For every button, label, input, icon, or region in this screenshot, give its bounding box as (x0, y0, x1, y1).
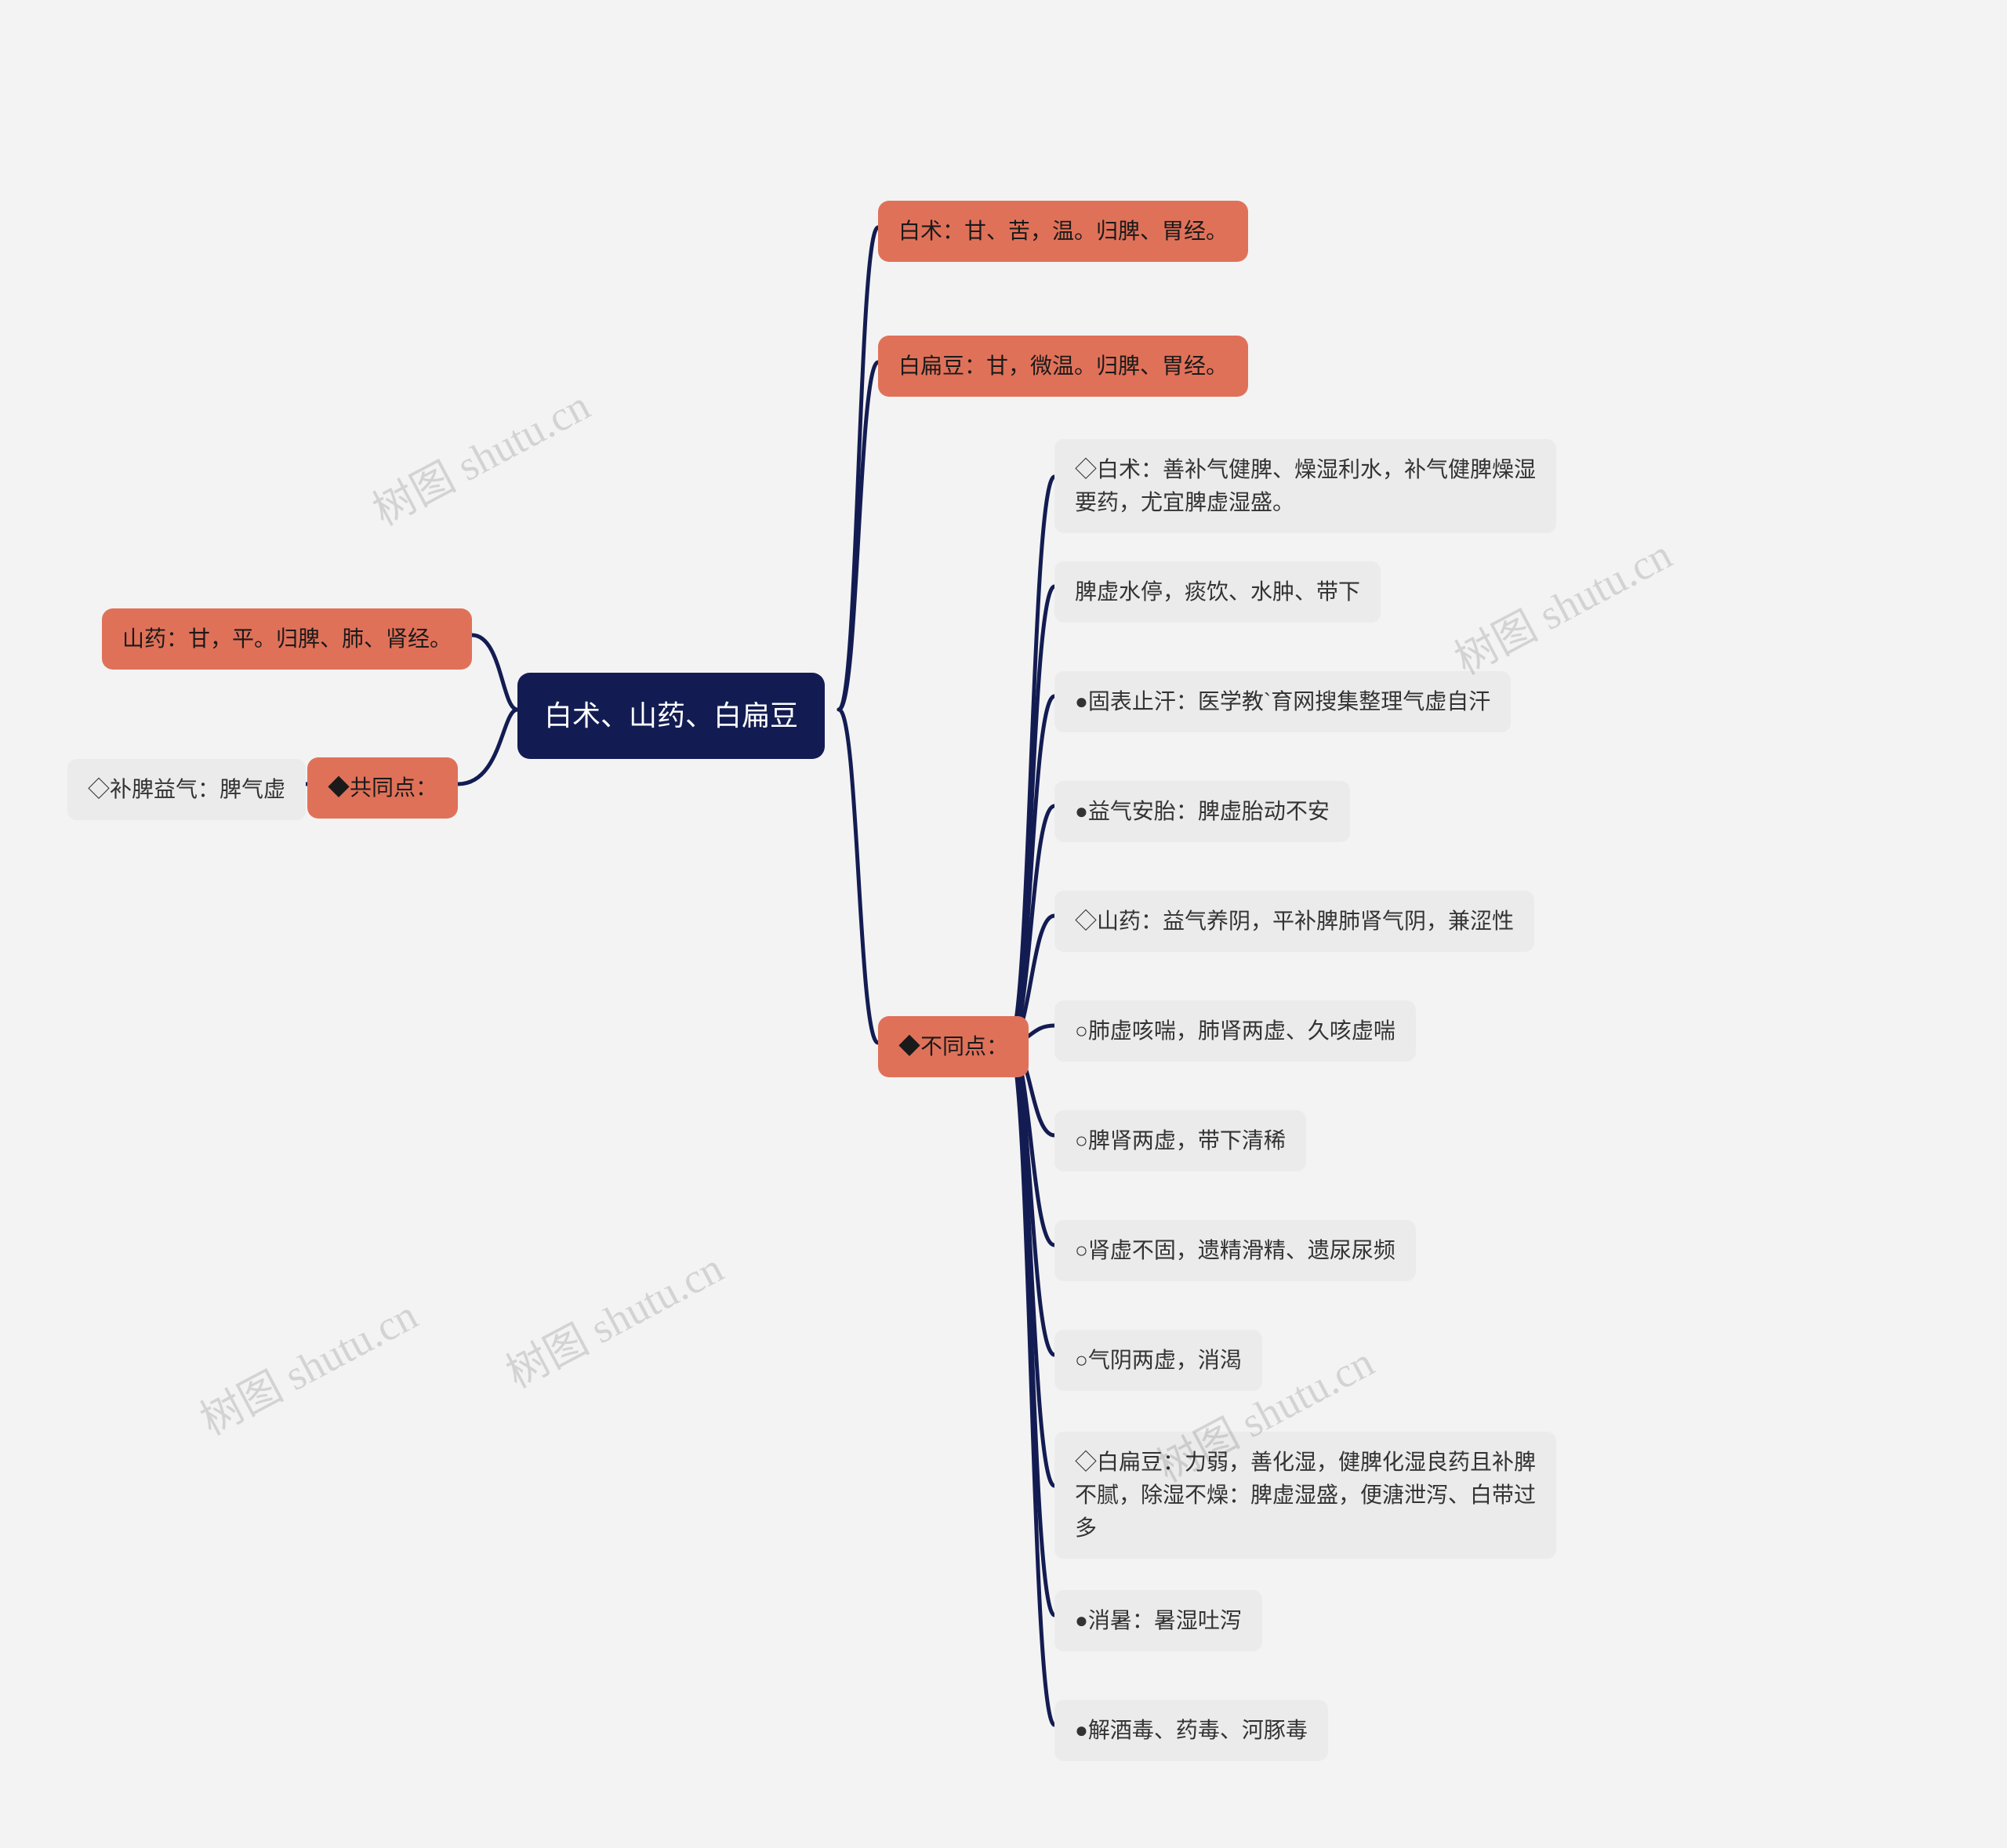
diff-item-3[interactable]: ●益气安胎：脾虚胎动不安 (1054, 781, 1350, 842)
node-baibiandou[interactable]: 白扁豆：甘，微温。归脾、胃经。 (878, 336, 1248, 397)
diff-item-1[interactable]: 脾虚水停，痰饮、水肿、带下 (1054, 561, 1381, 623)
diff-item-0[interactable]: ◇白术：善补气健脾、燥湿利水，补气健脾燥湿要药，尤宜脾虚湿盛。 (1054, 439, 1556, 533)
node-diff-label[interactable]: ◆不同点： (878, 1016, 1029, 1077)
diff-item-11[interactable]: ●解酒毒、药毒、河豚毒 (1054, 1700, 1328, 1761)
diff-item-9[interactable]: ◇白扁豆：力弱，善化湿，健脾化湿良药且补脾不腻，除湿不燥：脾虚湿盛，便溏泄泻、白… (1054, 1432, 1556, 1559)
node-common-label[interactable]: ◆共同点： (307, 757, 458, 819)
diff-item-5[interactable]: ○肺虚咳喘，肺肾两虚、久咳虚喘 (1054, 1000, 1416, 1062)
diff-item-4[interactable]: ◇山药：益气养阴，平补脾肺肾气阴，兼涩性 (1054, 891, 1534, 952)
watermark: 树图 shutu.cn (360, 371, 599, 537)
watermark: 树图 shutu.cn (187, 1280, 426, 1447)
diff-item-6[interactable]: ○脾肾两虚，带下清稀 (1054, 1110, 1306, 1171)
node-baizhu[interactable]: 白术：甘、苦，温。归脾、胃经。 (878, 201, 1248, 262)
diff-item-8[interactable]: ○气阴两虚，消渴 (1054, 1330, 1262, 1391)
root-node[interactable]: 白术、山药、白扁豆 (517, 673, 825, 759)
watermark: 树图 shutu.cn (493, 1233, 732, 1400)
diff-item-7[interactable]: ○肾虚不固，遗精滑精、遗尿尿频 (1054, 1220, 1416, 1281)
node-shanyao[interactable]: 山药：甘，平。归脾、肺、肾经。 (102, 608, 472, 670)
diff-item-10[interactable]: ●消暑：暑湿吐泻 (1054, 1590, 1262, 1651)
node-common-detail[interactable]: ◇补脾益气：脾气虚 (67, 759, 306, 820)
diff-item-2[interactable]: ●固表止汗：医学教`育网搜集整理气虚自汗 (1054, 671, 1511, 732)
watermark: 树图 shutu.cn (1442, 520, 1681, 686)
